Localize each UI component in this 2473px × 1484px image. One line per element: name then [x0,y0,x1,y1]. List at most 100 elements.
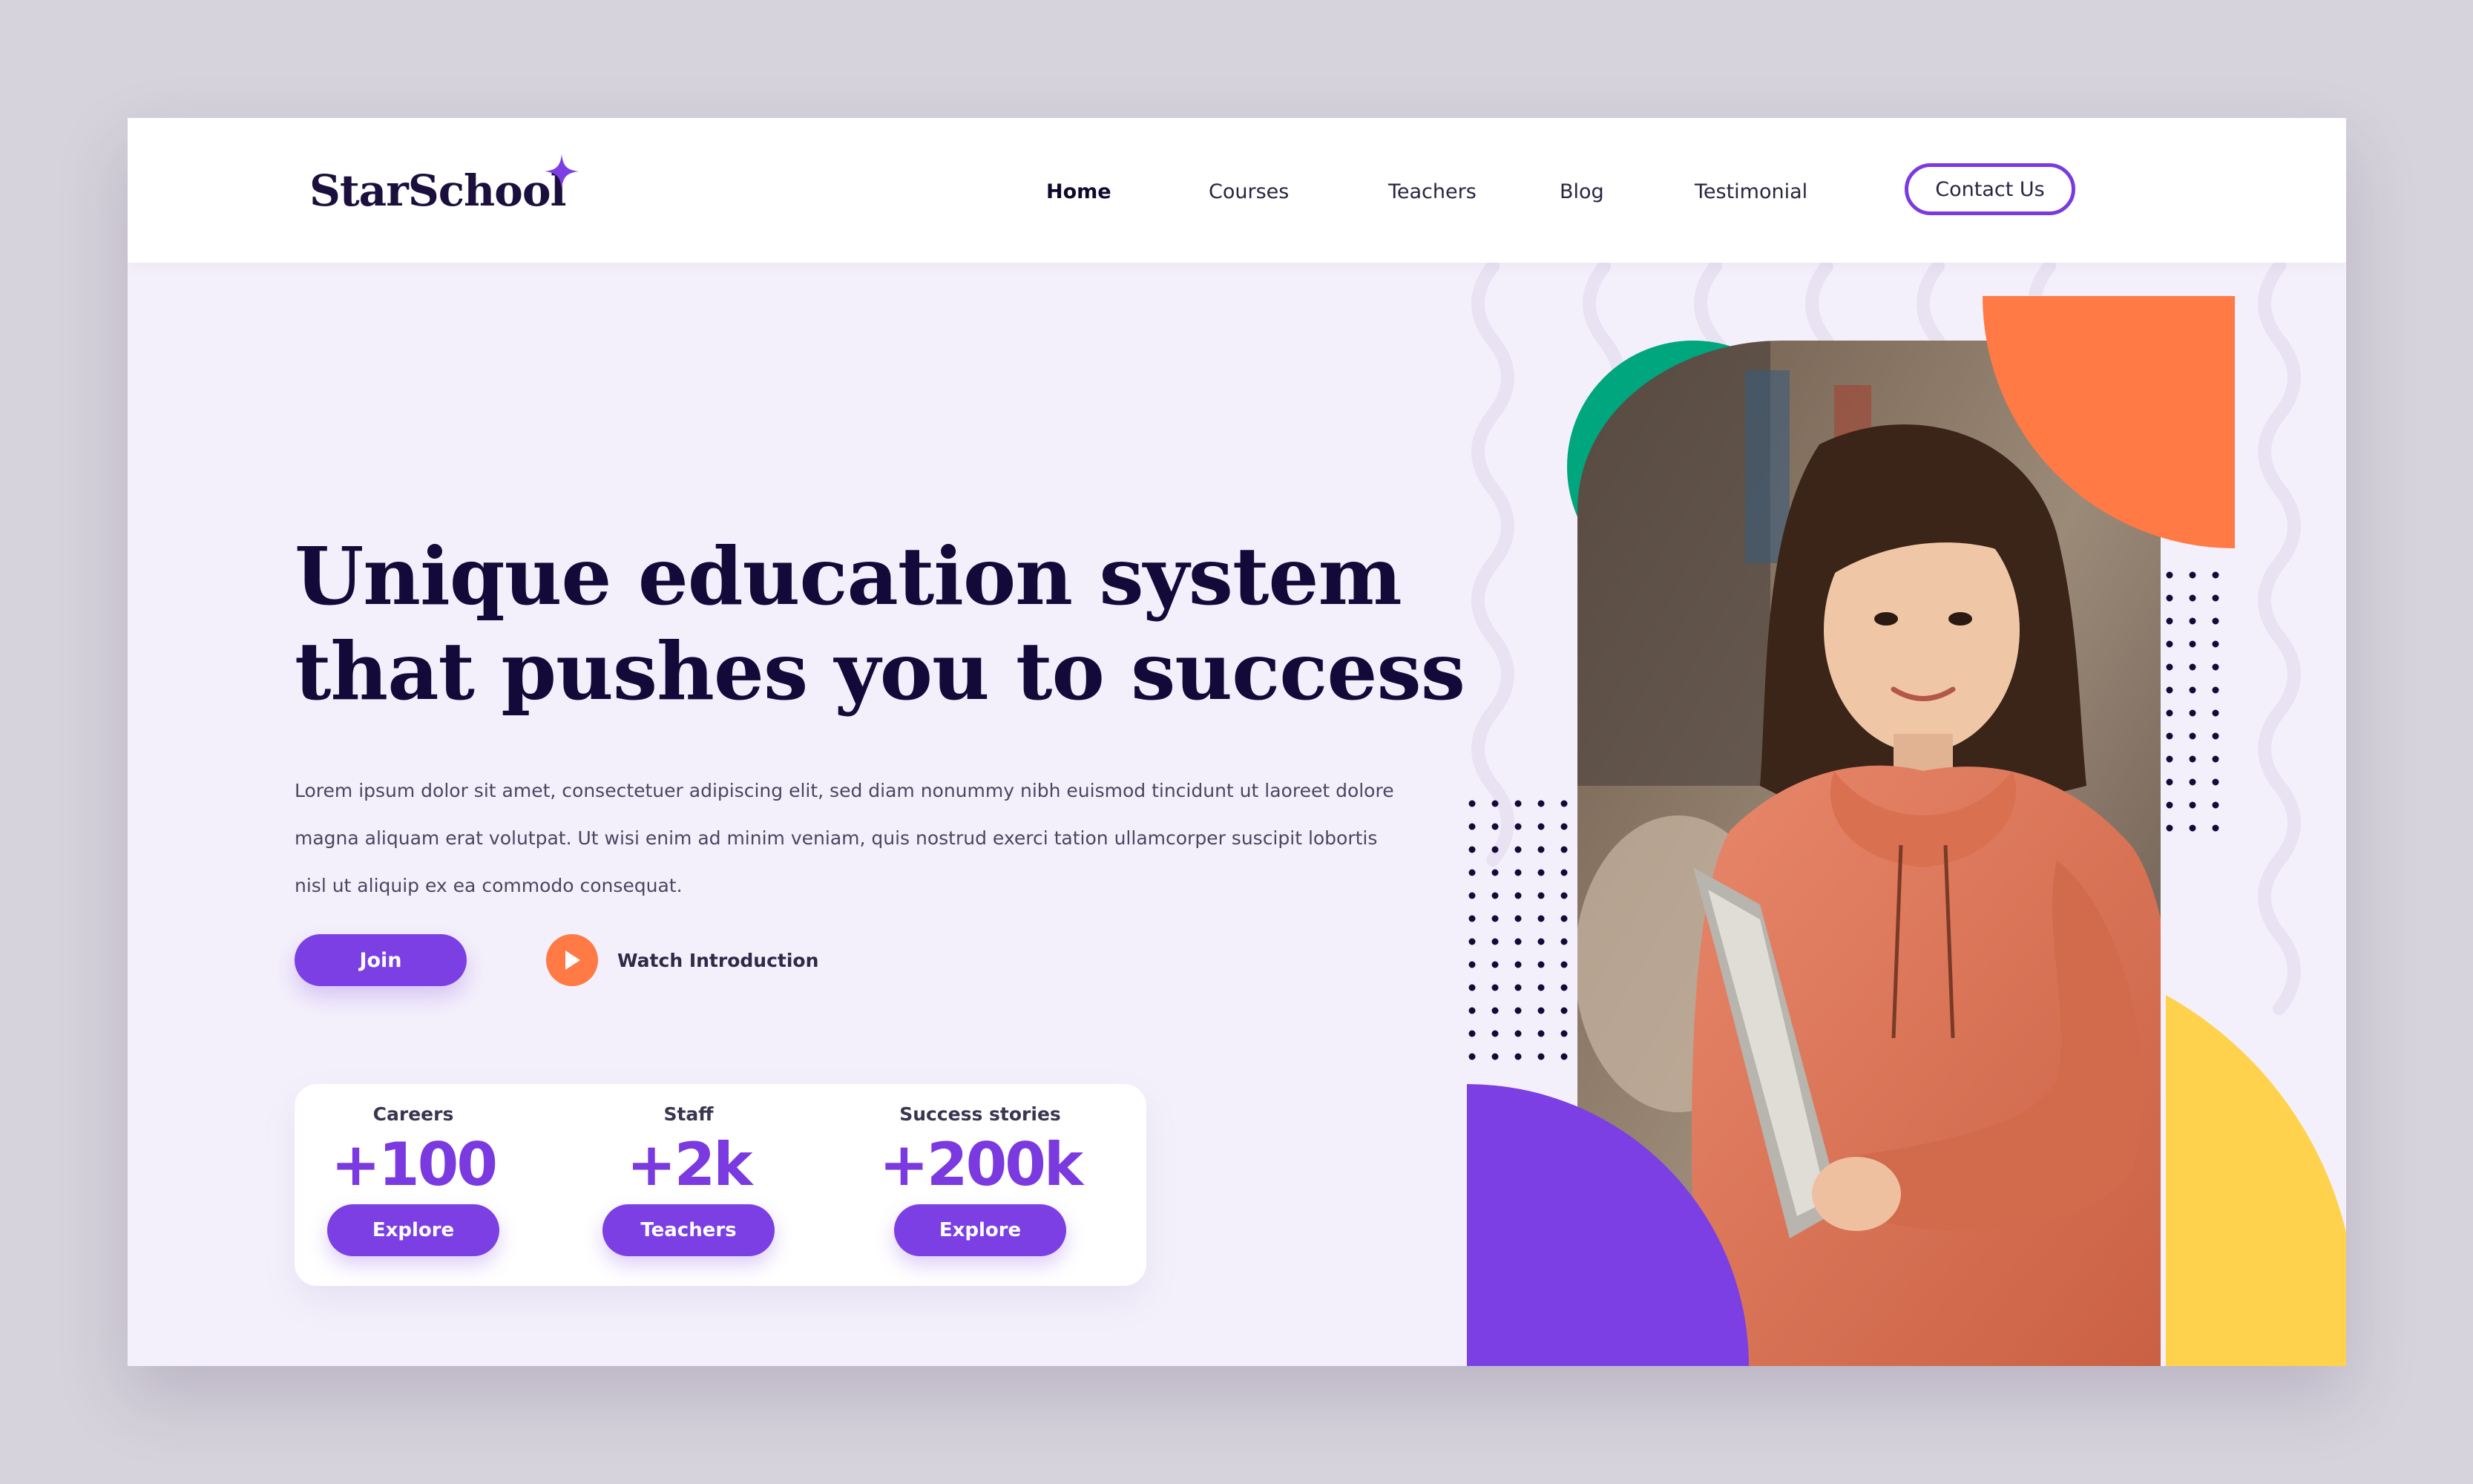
dot-grid-left-dots [1468,800,1568,1060]
decor-dot [1514,1030,1522,1037]
decor-dot [2212,824,2219,832]
decor-dot [1514,915,1522,922]
nav-item-home[interactable]: Home [1046,180,1111,203]
decor-dot [1560,1053,1568,1060]
decor-dot [2189,801,2196,809]
hero-paragraph-line-1: Lorem ipsum dolor sit amet, consectetuer… [295,780,1394,801]
stats-card: Careers +100 Explore Staff +2k Teachers … [295,1084,1146,1286]
careers-explore-button[interactable]: Explore [327,1204,499,1256]
decor-dot [1491,800,1499,807]
decor-dot [2212,801,2219,809]
decor-dot [1537,915,1545,922]
play-button[interactable] [546,934,598,986]
decor-dot [1491,1007,1499,1014]
decor-dot [1468,869,1476,876]
decor-dot [1537,869,1545,876]
decor-dot [1468,938,1476,945]
decor-dot [1537,938,1545,945]
decor-dot [1514,1007,1522,1014]
decor-dot [2189,755,2196,763]
landing-page: StarSchool Home Courses Teachers Blog Te… [128,118,2346,1366]
green-ring-shape [1567,341,1819,593]
orange-quarter-shape [1983,296,2235,548]
decor-dot [1560,938,1568,945]
decor-dot [1514,892,1522,899]
decor-dot [1491,915,1499,922]
dot-grid-right-dots [2166,571,2219,832]
decor-dot [1468,1053,1476,1060]
decor-dot [1560,961,1568,968]
decor-dot [2212,709,2219,717]
decor-dot [2189,571,2196,579]
decor-dot [1468,800,1476,807]
decor-dot [2166,571,2173,579]
brand-logo[interactable]: StarSchool [309,165,567,216]
decor-dot [1514,938,1522,945]
hero-title: Unique education system that pushes you … [295,530,1556,720]
decor-dot [1468,1030,1476,1037]
decor-dot [2189,732,2196,740]
decor-dot [1514,823,1522,830]
wavy-lines-decoration [1471,260,2301,1015]
decor-dot [1537,961,1545,968]
navbar: StarSchool Home Courses Teachers Blog Te… [128,118,2346,263]
decor-dot [1537,1030,1545,1037]
decor-dot [1468,1007,1476,1014]
decor-dot [1514,869,1522,876]
decor-dot [1468,984,1476,991]
decor-dot [1560,823,1568,830]
decor-dot [1514,846,1522,853]
decor-dot [2189,824,2196,832]
decor-dot [2166,755,2173,763]
decor-dot [2212,640,2219,648]
decor-dot [1560,915,1568,922]
decor-dot [1468,823,1476,830]
stat-label: Careers [372,1103,454,1125]
watch-introduction-link[interactable]: Watch Introduction [546,934,818,986]
stat-value: +2k [626,1130,753,1199]
stat-label: Success stories [899,1103,1061,1125]
decor-dot [2189,709,2196,717]
decor-dot [2166,709,2173,717]
decor-dot [1537,984,1545,991]
decor-dot [1491,846,1499,853]
decor-dot [2212,617,2219,625]
nav-item-blog[interactable]: Blog [1560,180,1604,203]
hero-title-line-2: that pushes you to success [295,626,1465,718]
nav-item-testimonial[interactable]: Testimonial [1695,180,1807,203]
yellow-half-shape [2166,995,2346,1366]
staff-teachers-button[interactable]: Teachers [602,1204,775,1256]
decor-dot [1560,869,1568,876]
decor-dot [1537,1053,1545,1060]
contact-us-button[interactable]: Contact Us [1905,163,2075,215]
purple-half-shape [1467,1084,1749,1366]
decor-dot [1491,938,1499,945]
decor-dot [2166,801,2173,809]
success-stories-explore-button[interactable]: Explore [894,1204,1066,1256]
decor-dot [2212,755,2219,763]
decor-dot [2166,732,2173,740]
decor-dot [1537,823,1545,830]
decor-dot [1514,961,1522,968]
decor-dot [1560,892,1568,899]
decor-dot [1537,800,1545,807]
decor-dot [2166,824,2173,832]
decor-dot [1560,846,1568,853]
join-button[interactable]: Join [295,934,467,986]
decor-dot [1491,984,1499,991]
decor-dot [2212,594,2219,602]
nav-item-teachers[interactable]: Teachers [1388,180,1477,203]
decor-dot [2212,778,2219,786]
decor-dot [1491,1030,1499,1037]
decor-dot [2189,686,2196,694]
stat-label: Staff [663,1103,714,1125]
decor-dot [2166,617,2173,625]
decor-dot [1468,961,1476,968]
decor-dot [2166,778,2173,786]
hero-paragraph: Lorem ipsum dolor sit amet, consectetuer… [295,767,1422,910]
decor-dot [1491,961,1499,968]
decor-dot [2166,594,2173,602]
decor-dot [1537,1007,1545,1014]
decor-dot [1468,892,1476,899]
nav-item-courses[interactable]: Courses [1209,180,1289,203]
